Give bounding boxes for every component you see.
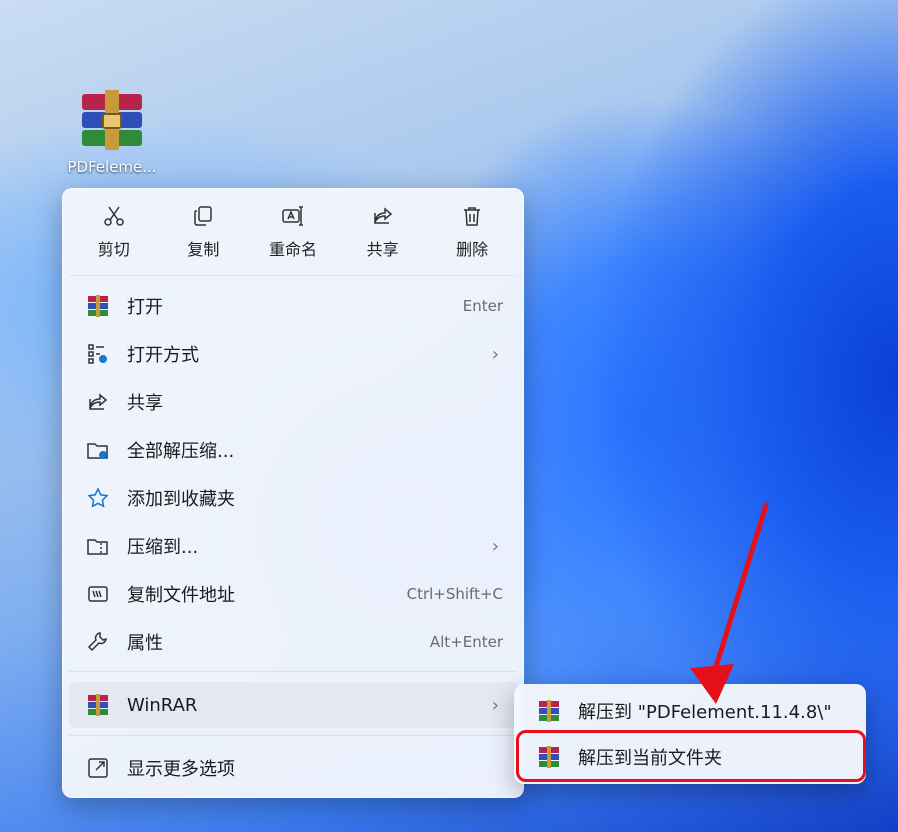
menu-item-label: 复制文件地址 (127, 585, 235, 606)
delete-label: 删除 (456, 240, 489, 259)
menu-item-label: 打开 (127, 297, 163, 318)
compress-icon (85, 533, 111, 559)
share-quick-label: 共享 (366, 240, 399, 259)
menu-item-label: 压缩到... (127, 537, 199, 558)
menu-item-label: 属性 (127, 633, 163, 654)
star-icon (85, 485, 111, 511)
extract-folder-icon (85, 437, 111, 463)
menu-item-shortcut: Enter (462, 297, 503, 315)
menu-item-open-with[interactable]: 打开方式 › (69, 331, 517, 377)
menu-item-label: 显示更多选项 (127, 759, 235, 780)
copy-icon (194, 206, 213, 226)
copy-path-icon (85, 581, 111, 607)
menu-item-shortcut: Alt+Enter (429, 633, 503, 651)
winrar-archive-icon (78, 88, 146, 152)
chevron-right-icon: › (491, 694, 499, 716)
menu-item-winrar[interactable]: WinRAR › (69, 682, 517, 728)
menu-item-show-more-options[interactable]: 显示更多选项 (69, 745, 517, 791)
share-icon (85, 389, 111, 415)
rename-button[interactable]: 重命名 (248, 189, 338, 275)
menu-item-compress-to[interactable]: 压缩到... › (69, 523, 517, 569)
rename-label: 重命名 (268, 240, 317, 259)
submenu-item-label: 解压到 "PDFelement.11.4.8\" (578, 702, 832, 723)
menu-item-label: 全部解压缩... (127, 441, 235, 462)
delete-button[interactable]: 删除 (427, 189, 517, 275)
menu-item-properties[interactable]: 属性 Alt+Enter (69, 619, 517, 665)
menu-item-share[interactable]: 共享 (69, 379, 517, 425)
winrar-icon (85, 692, 111, 718)
open-with-icon (85, 341, 111, 367)
share-quick-button[interactable]: 共享 (338, 189, 428, 275)
chevron-right-icon: › (491, 343, 499, 365)
trash-icon (464, 207, 481, 226)
menu-item-open[interactable]: 打开 Enter (69, 283, 517, 329)
rename-icon (282, 206, 303, 226)
cut-label: 剪切 (97, 240, 130, 259)
context-menu: 剪切 复制 重命名 共享 删除 打开 Enter 打开方式 › 共享 全部解压缩… (62, 188, 524, 798)
winrar-icon (85, 293, 111, 319)
scissors-icon (104, 206, 124, 226)
copy-button[interactable]: 复制 (159, 189, 249, 275)
menu-item-copy-path[interactable]: 复制文件地址 Ctrl+Shift+C (69, 571, 517, 617)
quick-action-bar: 剪切 复制 重命名 共享 删除 (69, 189, 517, 276)
submenu-item-extract-to-folder[interactable]: 解压到 "PDFelement.11.4.8\" (520, 688, 860, 734)
more-options-icon (85, 755, 111, 781)
menu-item-label: WinRAR (127, 694, 198, 716)
highlight-box (516, 730, 866, 782)
winrar-icon (536, 698, 562, 724)
menu-divider (69, 735, 517, 736)
menu-item-add-favorites[interactable]: 添加到收藏夹 (69, 475, 517, 521)
desktop-file-icon[interactable]: PDFeleme... (58, 88, 166, 176)
desktop-file-label: PDFeleme... (67, 158, 157, 176)
menu-divider (69, 671, 517, 672)
menu-item-label: 共享 (127, 393, 163, 414)
share-icon (373, 207, 392, 224)
wrench-icon (85, 629, 111, 655)
copy-label: 复制 (187, 240, 220, 259)
menu-item-shortcut: Ctrl+Shift+C (406, 585, 503, 603)
cut-button[interactable]: 剪切 (69, 189, 159, 275)
menu-item-label: 打开方式 (127, 345, 199, 366)
chevron-right-icon: › (491, 535, 499, 557)
menu-item-label: 添加到收藏夹 (127, 489, 235, 510)
menu-item-extract-all[interactable]: 全部解压缩... (69, 427, 517, 473)
